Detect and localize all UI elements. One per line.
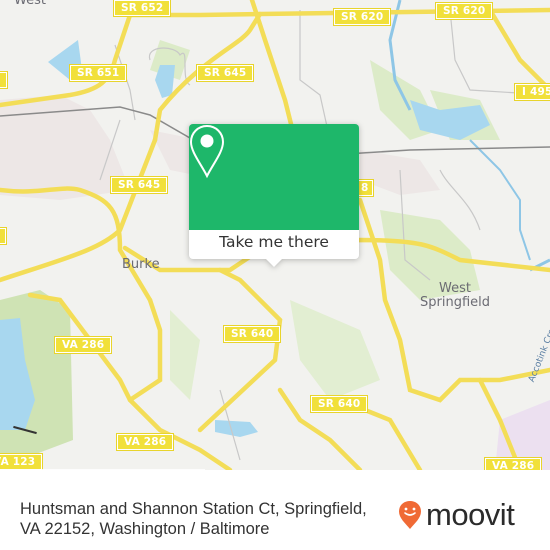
road-shield: SR 651 bbox=[68, 64, 128, 82]
park-area bbox=[170, 310, 200, 400]
road-shield: VA 286 bbox=[483, 457, 543, 470]
lake bbox=[215, 420, 258, 437]
moovit-logo[interactable]: moovit bbox=[398, 497, 515, 533]
road-shield: 8 bbox=[356, 179, 374, 197]
place-label-west: West bbox=[14, 0, 46, 8]
creek bbox=[469, 139, 531, 261]
moovit-wordmark: moovit bbox=[426, 497, 515, 532]
address-text: Huntsman and Shannon Station Ct, Springf… bbox=[20, 500, 367, 538]
place-label-west-springfield: West Springfield bbox=[420, 281, 491, 310]
take-me-there-button[interactable]: Take me there bbox=[189, 230, 359, 259]
destination-popup[interactable]: Take me there bbox=[189, 124, 359, 267]
popup-header bbox=[189, 124, 359, 230]
road-shield: SR 640 bbox=[309, 395, 369, 413]
road-shield: SR 652 bbox=[112, 0, 172, 17]
map-attribution[interactable]: © OpenStreetMap contributors bbox=[0, 469, 205, 470]
road-shield: SR 620 bbox=[332, 8, 392, 26]
moovit-smile-pin-icon bbox=[399, 501, 421, 529]
road-shield-partial bbox=[0, 71, 8, 89]
road-shield: I 495 bbox=[513, 83, 550, 101]
road-shield: SR 620 bbox=[434, 2, 494, 20]
park-area bbox=[290, 300, 380, 400]
popup-tail bbox=[265, 258, 283, 267]
road-shield: VA 123 bbox=[0, 453, 44, 470]
road-shield: VA 286 bbox=[53, 336, 113, 354]
road-shield: SR 645 bbox=[195, 64, 255, 82]
location-pin-icon bbox=[189, 124, 225, 179]
place-label-burke: Burke bbox=[122, 257, 160, 272]
road-shield: SR 645 bbox=[109, 176, 169, 194]
footer: Huntsman and Shannon Station Ct, Springf… bbox=[0, 489, 550, 550]
road-shield: SR 640 bbox=[222, 325, 282, 343]
map-canvas[interactable]: SR 652 SR 620 SR 620 SR 651 SR 645 I 495… bbox=[0, 0, 550, 470]
road-shield: VA 286 bbox=[115, 433, 175, 451]
road-shield-partial bbox=[0, 227, 7, 245]
